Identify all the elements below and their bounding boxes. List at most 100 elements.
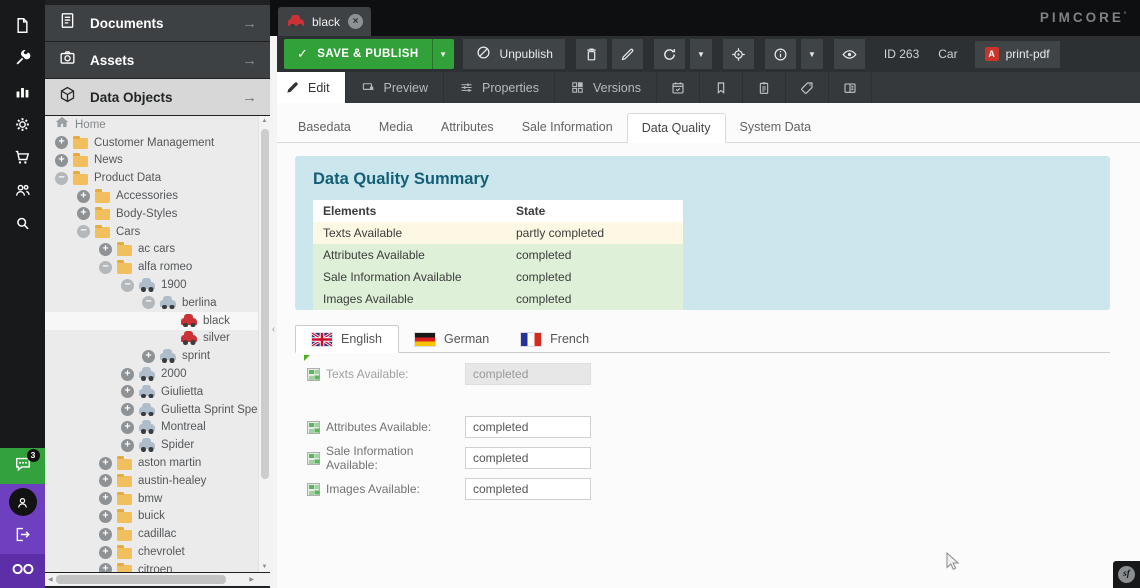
attributes-available-input[interactable] xyxy=(465,416,591,438)
expand-icon[interactable] xyxy=(121,403,134,416)
reload-options-dropdown[interactable]: ▼ xyxy=(690,39,712,69)
expand-icon[interactable] xyxy=(99,457,112,470)
info-options-dropdown[interactable]: ▼ xyxy=(801,39,823,69)
tree-item-bmw[interactable]: bmw xyxy=(45,490,270,508)
delete-button[interactable] xyxy=(576,39,607,69)
wrench-icon[interactable] xyxy=(0,42,45,75)
reports-button[interactable] xyxy=(743,72,786,103)
search-icon[interactable] xyxy=(0,207,45,240)
tree-item-citroen[interactable]: citroen xyxy=(45,561,270,572)
scroll-right-icon[interactable]: ▶ xyxy=(249,576,254,583)
unpublish-button[interactable]: Unpublish xyxy=(463,39,565,69)
pimcore-logo-button[interactable] xyxy=(0,554,45,588)
tree-item-home[interactable]: Home xyxy=(45,116,270,134)
tab-sale-information[interactable]: Sale Information xyxy=(508,113,627,142)
expand-icon[interactable] xyxy=(99,546,112,559)
expand-icon[interactable] xyxy=(99,492,112,505)
tree-item-austin-healey[interactable]: austin-healey xyxy=(45,472,270,490)
tree-item-silver[interactable]: silver xyxy=(45,330,270,348)
expand-icon[interactable] xyxy=(99,528,112,541)
tab-black[interactable]: black × xyxy=(278,7,371,36)
tree-item-berlina[interactable]: berlina xyxy=(45,294,270,312)
tab-system-data[interactable]: System Data xyxy=(726,113,826,142)
logout-button[interactable] xyxy=(0,520,45,554)
tab-properties[interactable]: Properties xyxy=(444,72,555,103)
accordion-data-objects[interactable]: Data Objects → xyxy=(45,79,270,115)
tree-item-cars[interactable]: Cars xyxy=(45,223,270,241)
user-profile-button[interactable] xyxy=(0,484,45,520)
accordion-documents[interactable]: Documents → xyxy=(45,5,270,41)
tree-item-ac-cars[interactable]: ac cars xyxy=(45,241,270,259)
collapse-panel-icon[interactable]: ‹ xyxy=(270,324,277,335)
texts-available-input[interactable] xyxy=(465,363,591,385)
print-pdf-button[interactable]: A print-pdf xyxy=(975,41,1060,68)
collapse-icon[interactable] xyxy=(142,296,155,309)
expand-icon[interactable] xyxy=(121,385,134,398)
save-publish-button[interactable]: ✓ SAVE & PUBLISH xyxy=(284,39,432,69)
tree-item-1900[interactable]: 1900 xyxy=(45,276,270,294)
tree-item-buick[interactable]: buick xyxy=(45,508,270,526)
bar-chart-icon[interactable] xyxy=(0,75,45,108)
schedule-button[interactable] xyxy=(657,72,700,103)
tags-button[interactable] xyxy=(786,72,829,103)
scrollbar-thumb[interactable] xyxy=(56,575,226,584)
tab-data-quality[interactable]: Data Quality xyxy=(627,113,726,143)
expand-icon[interactable] xyxy=(99,474,112,487)
tree-item-montreal[interactable]: Montreal xyxy=(45,419,270,437)
scroll-down-icon[interactable]: ▼ xyxy=(259,564,270,570)
tree-item-2000[interactable]: 2000 xyxy=(45,365,270,383)
scrollbar-thumb[interactable] xyxy=(261,129,269,479)
notifications-button[interactable]: 3 xyxy=(0,448,45,484)
tab-edit[interactable]: Edit xyxy=(270,72,346,103)
expand-icon[interactable] xyxy=(121,439,134,452)
tree-item-spider[interactable]: Spider xyxy=(45,436,270,454)
tab-english[interactable]: English xyxy=(295,325,399,353)
tree-item-black[interactable]: black xyxy=(45,312,270,330)
tree-item-accessories[interactable]: Accessories xyxy=(45,187,270,205)
notes-button[interactable] xyxy=(700,72,743,103)
expand-icon[interactable] xyxy=(99,510,112,523)
expand-icon[interactable] xyxy=(55,136,68,149)
sale-information-available-input[interactable] xyxy=(465,447,591,469)
collapse-icon[interactable] xyxy=(99,261,112,274)
close-icon[interactable]: × xyxy=(348,14,363,29)
tab-preview[interactable]: Preview xyxy=(346,72,444,103)
gear-icon[interactable] xyxy=(0,108,45,141)
tab-german[interactable]: German xyxy=(399,325,505,353)
expand-icon[interactable] xyxy=(121,421,134,434)
debug-toolbar-button[interactable]: sf xyxy=(1113,561,1140,588)
expand-icon[interactable] xyxy=(55,154,68,167)
layout-button[interactable] xyxy=(829,72,872,103)
shopping-cart-icon[interactable] xyxy=(0,141,45,174)
tree-item-sprint[interactable]: sprint xyxy=(45,347,270,365)
expand-icon[interactable] xyxy=(77,207,90,220)
scroll-up-icon[interactable]: ▲ xyxy=(259,118,270,124)
users-icon[interactable] xyxy=(0,174,45,207)
tree-item-giulietta[interactable]: Giulietta xyxy=(45,383,270,401)
tab-basedata[interactable]: Basedata xyxy=(284,113,365,142)
rename-button[interactable] xyxy=(612,39,643,69)
collapse-icon[interactable] xyxy=(121,279,134,292)
reload-button[interactable] xyxy=(654,39,685,69)
tree-item-alfa-romeo[interactable]: alfa romeo xyxy=(45,258,270,276)
tree-item-body-styles[interactable]: Body-Styles xyxy=(45,205,270,223)
expand-icon[interactable] xyxy=(99,243,112,256)
tab-media[interactable]: Media xyxy=(365,113,427,142)
tree-horizontal-scrollbar[interactable]: ◀ ▶ xyxy=(45,573,270,586)
tree-item-product-data[interactable]: Product Data xyxy=(45,169,270,187)
accordion-assets[interactable]: Assets → xyxy=(45,42,270,78)
scroll-left-icon[interactable]: ◀ xyxy=(48,576,53,583)
file-icon[interactable] xyxy=(0,9,45,42)
collapse-icon[interactable] xyxy=(55,172,68,185)
expand-icon[interactable] xyxy=(142,350,155,363)
tree-item-cadillac[interactable]: cadillac xyxy=(45,525,270,543)
tree-vertical-scrollbar[interactable]: ▲ ▼ xyxy=(258,116,270,572)
tab-french[interactable]: French xyxy=(505,325,605,353)
tab-attributes[interactable]: Attributes xyxy=(427,113,508,142)
expand-icon[interactable] xyxy=(77,190,90,203)
collapse-icon[interactable] xyxy=(77,225,90,238)
locate-in-tree-button[interactable] xyxy=(723,39,754,69)
tree-item-aston-martin[interactable]: aston martin xyxy=(45,454,270,472)
open-preview-button[interactable] xyxy=(834,39,865,69)
tree-item-customer-management[interactable]: Customer Management xyxy=(45,134,270,152)
